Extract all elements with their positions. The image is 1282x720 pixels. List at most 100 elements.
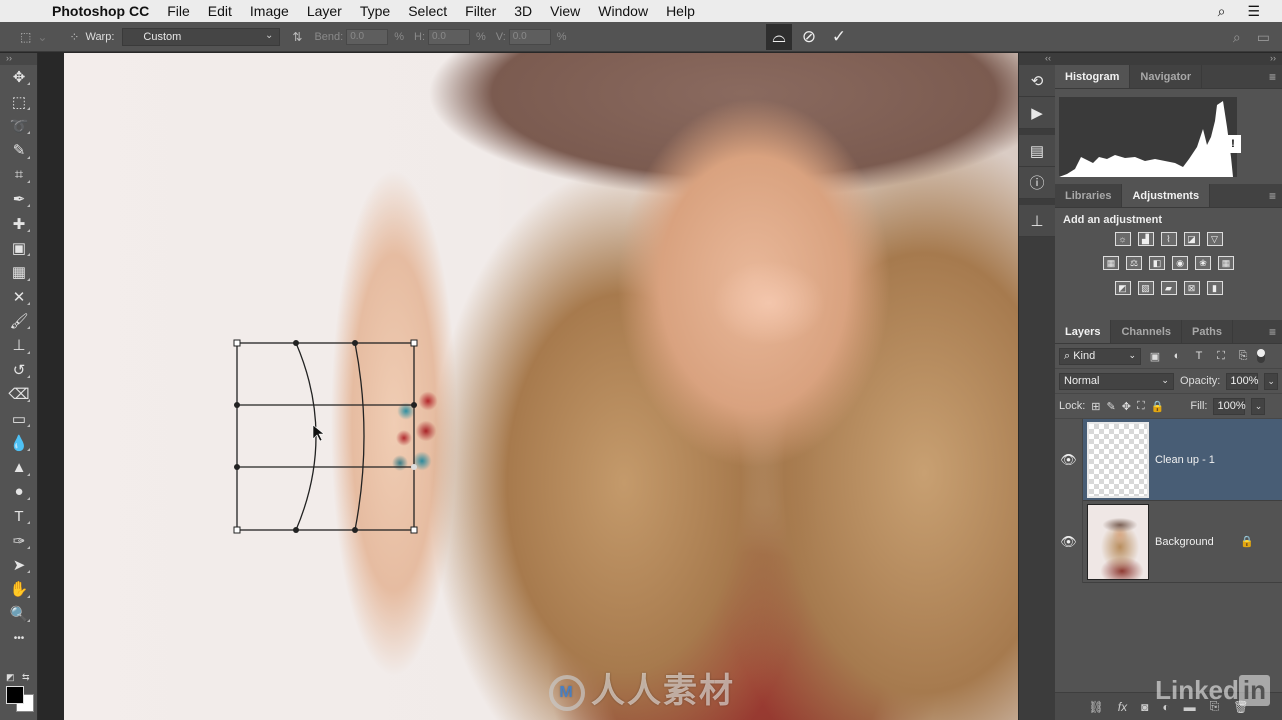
tab-navigator[interactable]: Navigator [1130,65,1203,88]
document-canvas[interactable]: M 人人素材 [64,53,1018,720]
tool-preset-chevron-icon[interactable]: ⌄ [37,30,47,44]
type-tool[interactable]: T [0,504,38,528]
list-icon[interactable]: ☰ [1247,3,1260,20]
hue-saturation-icon[interactable]: ▦ [1103,256,1119,270]
filter-shape-icon[interactable]: ⛶ [1213,350,1229,363]
expand-panels-icon[interactable]: ›› [1055,53,1282,65]
menu-edit[interactable]: Edit [208,3,232,19]
gradient-map-icon[interactable]: ▮ [1206,281,1223,295]
crop-tool[interactable]: ⌗ [0,163,38,187]
foreground-color-swatch[interactable] [6,686,24,704]
blend-mode-select[interactable]: Normal ⌄ [1059,372,1174,390]
layer-thumbnail[interactable] [1087,421,1149,498]
cancel-transform-button[interactable]: ⊘ [796,24,822,50]
menu-3d[interactable]: 3D [514,3,532,19]
color-balance-icon[interactable]: ⚖ [1126,256,1142,270]
menu-view[interactable]: View [550,3,580,19]
lock-image-pixels-icon[interactable]: ✎ [1107,400,1116,413]
path-selection-tool[interactable]: ➤ [0,553,38,577]
quick-selection-tool[interactable]: ✎ [0,138,38,162]
warp-mesh[interactable] [64,53,1018,720]
app-menu[interactable]: Photoshop CC [52,3,149,19]
layer-name[interactable]: Clean up - 1 [1155,454,1215,466]
menu-select[interactable]: Select [408,3,447,19]
move-tool[interactable]: ✥ [0,65,38,89]
tab-layers[interactable]: Layers [1055,320,1112,343]
fill-slider-toggle[interactable]: ⌄ [1251,397,1266,415]
photo-filter-icon[interactable]: ◉ [1172,256,1188,270]
layer-kind-filter[interactable]: ⌕ Kind ⌄ [1059,347,1141,365]
transform-icon[interactable]: ⬚ [20,30,31,44]
reference-point-icon[interactable]: ⁘ [69,30,79,44]
healing-brush-tool[interactable]: ▣ [0,236,38,260]
panel-menu-icon[interactable]: ≡ [1269,325,1276,339]
properties-icon[interactable]: ▤ [1019,135,1055,167]
menu-window[interactable]: Window [598,3,648,19]
gradient-tool[interactable]: ▭ [0,406,38,430]
lock-transparent-pixels-icon[interactable]: ⊞ [1091,400,1100,413]
edit-toolbar[interactable]: ••• [0,626,38,650]
tab-channels[interactable]: Channels [1111,320,1182,343]
panel-menu-icon[interactable]: ≡ [1269,189,1276,203]
vibrance-icon[interactable]: ▽ [1206,232,1223,246]
h-distortion-field[interactable]: 0.0 [428,28,470,45]
curves-icon[interactable]: ⌇ [1160,232,1177,246]
tab-adjustments[interactable]: Adjustments [1122,184,1211,207]
content-aware-move-tool[interactable]: ✕ [0,285,38,309]
collapse-toolbar-icon[interactable]: ›› [0,53,37,65]
search-icon[interactable]: ⌕ [1233,29,1241,46]
opacity-field[interactable]: 100% [1226,372,1258,390]
black-white-icon[interactable]: ◧ [1149,256,1165,270]
bend-field[interactable]: 0.0 [346,28,389,45]
blur-tool[interactable]: 💧 [0,431,38,455]
layer-lock-icon[interactable]: 🔒 [1240,535,1254,548]
lock-position-icon[interactable]: ✥ [1122,400,1131,413]
collapse-strip-icon[interactable]: ‹‹ [1019,53,1055,65]
posterize-icon[interactable]: ▧ [1137,281,1154,295]
layer-row-background[interactable]: 👁 Background 🔒 [1055,500,1282,583]
invert-icon[interactable]: ◩ [1114,281,1131,295]
filter-pixel-icon[interactable]: ▣ [1147,350,1163,363]
threshold-icon[interactable]: ▰ [1160,281,1177,295]
switch-warp-transform-button[interactable]: ⌓ [766,24,792,50]
sponge-tool[interactable]: ● [0,480,38,504]
filter-smart-object-icon[interactable]: ⎘ [1235,350,1251,363]
dodge-tool[interactable]: ▲ [0,455,38,479]
color-lookup-icon[interactable]: ▦ [1218,256,1234,270]
filter-type-icon[interactable]: T [1191,350,1207,362]
filter-adjustment-icon[interactable]: ◐ [1169,350,1185,362]
default-colors-icon[interactable]: ◩ [6,672,15,683]
warp-orientation-icon[interactable]: ⇅ [292,30,302,44]
lasso-tool[interactable]: ➰ [0,114,38,138]
selective-color-icon[interactable]: ⊠ [1183,281,1200,295]
lock-artboard-icon[interactable]: ⛶ [1137,400,1145,413]
visibility-eye-icon[interactable]: 👁 [1055,418,1083,501]
workspace-icon[interactable]: ▭ [1257,29,1270,46]
menu-image[interactable]: Image [250,3,289,19]
v-distortion-field[interactable]: 0.0 [508,28,551,45]
eyedropper-tool[interactable]: ✒ [0,187,38,211]
levels-icon[interactable]: ▟ [1137,232,1154,246]
fill-field[interactable]: 100% [1213,397,1246,415]
rectangular-marquee-tool[interactable]: ⬚ [0,89,38,113]
layer-name[interactable]: Background [1155,536,1214,548]
layer-row-clean-up[interactable]: 👁 Clean up - 1 [1055,418,1282,501]
brightness-contrast-icon[interactable]: ☼ [1114,232,1131,246]
panel-menu-icon[interactable]: ≡ [1269,70,1276,84]
channel-mixer-icon[interactable]: ❀ [1195,256,1211,270]
menu-help[interactable]: Help [666,3,695,19]
actions-play-icon[interactable]: ▶ [1019,97,1055,129]
menu-file[interactable]: File [167,3,190,19]
link-layers-icon[interactable]: ⛓ [1089,700,1104,714]
menu-layer[interactable]: Layer [307,3,342,19]
patch-tool[interactable]: ▦ [0,260,38,284]
history-icon[interactable]: ⟲ [1019,65,1055,97]
visibility-eye-icon[interactable]: 👁 [1055,500,1083,583]
filter-toggle[interactable] [1257,349,1265,363]
zoom-tool[interactable]: 🔍 [0,602,38,626]
menu-type[interactable]: Type [360,3,390,19]
exposure-icon[interactable]: ◪ [1183,232,1200,246]
commit-transform-button[interactable]: ✓ [826,24,852,50]
warp-style-select[interactable]: Custom ⌄ [122,27,281,46]
swap-colors-icon[interactable]: ⇆ [22,672,30,683]
